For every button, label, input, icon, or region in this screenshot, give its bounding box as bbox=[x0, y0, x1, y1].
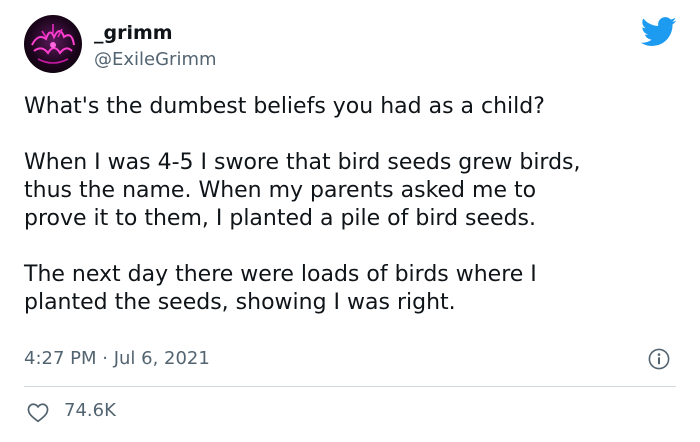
tweet-paragraph: When I was 4-5 I swore that bird seeds g… bbox=[24, 150, 581, 231]
tweet-paragraph: The next day there were loads of birds w… bbox=[24, 262, 537, 315]
tweet-timestamp[interactable]: 4:27 PM · Jul 6, 2021 bbox=[24, 348, 210, 369]
tweet-text: What's the dumbest beliefs you had as a … bbox=[24, 93, 684, 345]
avatar-image bbox=[31, 24, 75, 64]
divider bbox=[24, 386, 676, 387]
like-count[interactable]: 74.6K bbox=[64, 400, 116, 421]
display-name[interactable]: _grimm bbox=[94, 22, 173, 44]
heart-icon[interactable] bbox=[26, 402, 50, 423]
user-handle[interactable]: @ExileGrimm bbox=[94, 49, 217, 70]
twitter-bird-icon[interactable] bbox=[641, 17, 677, 47]
tweet-card: _grimm @ExileGrimm What's the dumbest be… bbox=[0, 0, 700, 442]
tweet-paragraph: What's the dumbest beliefs you had as a … bbox=[24, 94, 545, 119]
info-icon[interactable] bbox=[648, 348, 670, 370]
avatar[interactable] bbox=[24, 15, 82, 73]
